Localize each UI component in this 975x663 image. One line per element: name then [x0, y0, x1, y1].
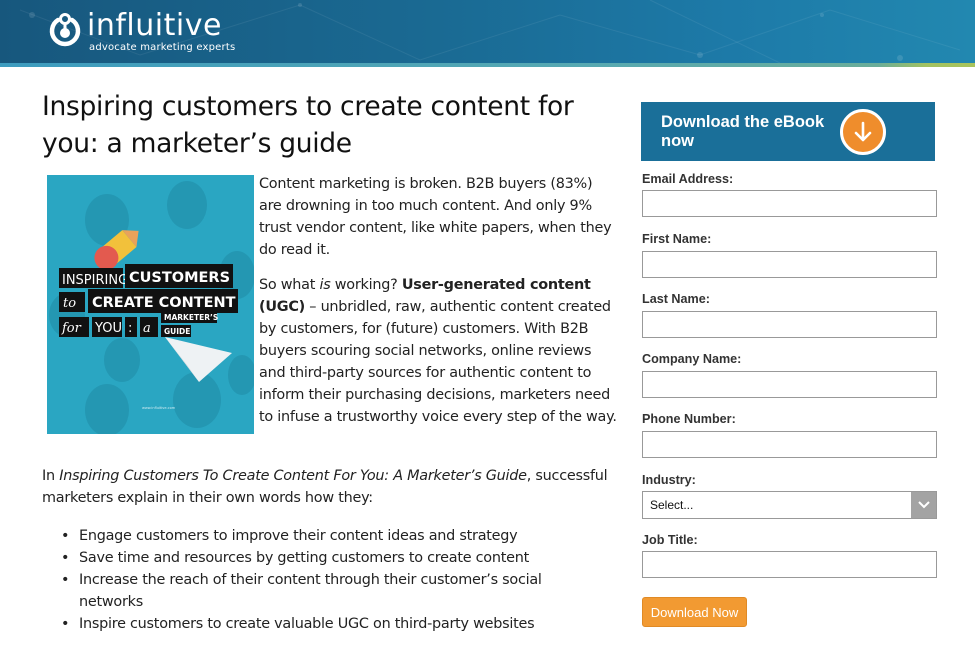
job-title-field[interactable]: [642, 551, 937, 578]
guide-paragraph: In Inspiring Customers To Create Content…: [42, 465, 612, 509]
intro-paragraph: Content marketing is broken. B2B buyers …: [259, 176, 612, 258]
cover-line3-colon: :: [128, 321, 132, 336]
bullet-icon: •: [61, 528, 70, 544]
bullet-icon: •: [61, 572, 70, 588]
company-name-label: Company Name:: [642, 352, 742, 366]
cover-url: www.influitive.com: [142, 406, 176, 410]
page-title: Inspiring customers to create content fo…: [42, 91, 574, 159]
ugc-lead-text: So what: [259, 277, 320, 293]
list-item: • Engage customers to improve their conte…: [58, 525, 578, 547]
brand-tagline: advocate marketing experts: [89, 42, 236, 53]
download-ebook-heading: Download the eBook now: [661, 112, 825, 150]
benefits-list: • Engage customers to improve their conte…: [58, 525, 578, 635]
list-item-text: Engage customers to improve their conten…: [79, 528, 518, 544]
cover-line1-light: INSPIRING: [62, 273, 128, 288]
cover-line3-script: for: [61, 321, 82, 336]
last-name-label: Last Name:: [642, 292, 710, 306]
download-now-button[interactable]: Download Now: [642, 597, 747, 627]
ugc-mid-text: working?: [330, 277, 402, 293]
cover-line1-bold: CUSTOMERS: [129, 270, 230, 286]
industry-label: Industry:: [642, 473, 696, 487]
brand-name: influitive: [87, 8, 222, 43]
ebook-cover-art: INSPIRING CUSTOMERS to CREATE CONTENT fo…: [47, 175, 254, 434]
job-title-label: Job Title:: [642, 533, 698, 547]
company-name-field[interactable]: [642, 371, 937, 398]
industry-select[interactable]: Select...: [642, 491, 937, 519]
industry-selected-value: Select...: [650, 498, 694, 512]
list-item: • Save time and resources by getting cust…: [58, 547, 578, 569]
first-name-field[interactable]: [642, 251, 937, 278]
cover-line3-you: YOU: [94, 321, 122, 336]
influitive-logo[interactable]: influitive advocate marketing experts: [47, 10, 235, 53]
cover-line2-bold: CREATE CONTENT: [92, 295, 236, 311]
email-label: Email Address:: [642, 172, 734, 186]
header-accent-stripe: [0, 63, 975, 67]
cover-tag-marketers: MARKETER’S: [164, 313, 218, 322]
power-logo-icon: [49, 13, 81, 47]
guide-title-italic: Inspiring Customers To Create Content Fo…: [59, 468, 527, 484]
ebook-cover-image[interactable]: INSPIRING CUSTOMERS to CREATE CONTENT fo…: [47, 175, 254, 434]
phone-number-field[interactable]: [642, 431, 937, 458]
list-item-text: Increase the reach of their content thro…: [79, 572, 542, 610]
list-item: • Increase the reach of their content thr…: [58, 569, 578, 613]
ugc-paragraph: So what is working? User-generated conte…: [259, 274, 619, 428]
download-ebook-banner: Download the eBook now: [641, 102, 935, 161]
arrow-down-circle-icon: [840, 108, 886, 155]
ugc-rest-text: – unbridled, raw, authentic content crea…: [259, 299, 617, 425]
list-item: • Inspire customers to create valuable UG…: [58, 613, 578, 635]
cover-line3-a: a: [143, 321, 151, 336]
list-item-text: Save time and resources by getting custo…: [79, 550, 529, 566]
chevron-down-icon[interactable]: [911, 492, 936, 518]
phone-number-label: Phone Number:: [642, 412, 736, 426]
cover-line2-script: to: [63, 296, 76, 311]
email-field[interactable]: [642, 190, 937, 217]
bullet-icon: •: [61, 550, 70, 566]
ugc-italic-text: is: [319, 277, 331, 293]
cover-tag-guide: GUIDE: [164, 327, 190, 336]
guide-lead-text: In: [42, 468, 60, 484]
bullet-icon: •: [61, 616, 70, 632]
site-header: influitive advocate marketing experts: [0, 0, 975, 67]
list-item-text: Inspire customers to create valuable UGC…: [79, 616, 535, 632]
first-name-label: First Name:: [642, 232, 712, 246]
last-name-field[interactable]: [642, 311, 937, 338]
